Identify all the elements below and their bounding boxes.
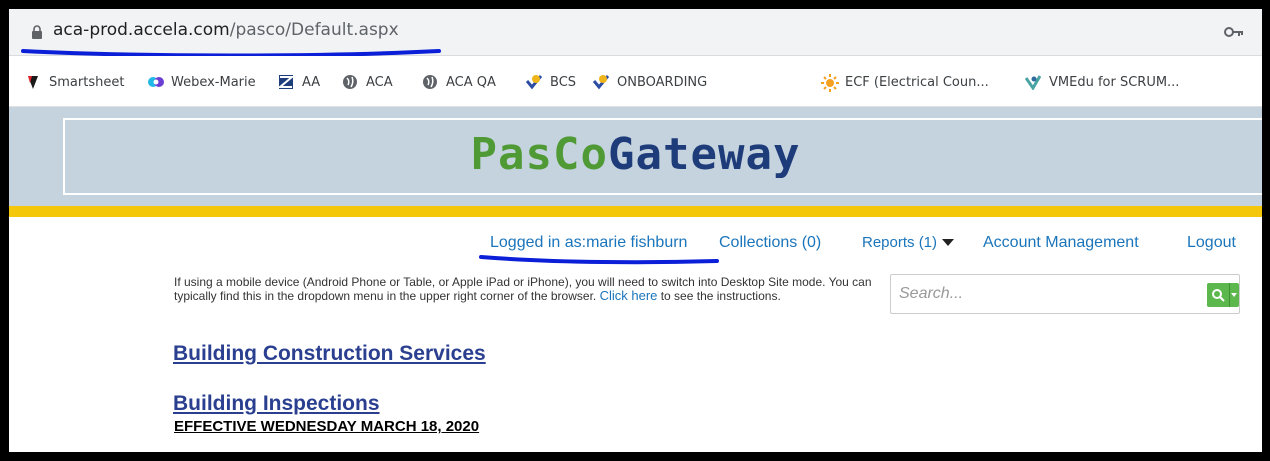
key-icon[interactable] [1224,25,1244,39]
caret-down-icon[interactable] [1231,293,1237,298]
notice-suffix: to see the instructions. [660,289,781,303]
url-text[interactable]: aca-prod.accela.com/pasco/Default.aspx [53,20,399,40]
reports-label: Reports (1) [862,234,938,251]
search-box[interactable]: Search... [890,274,1240,314]
vmedu-icon [1024,74,1042,91]
url-path: /pasco/Default.aspx [229,20,399,40]
bookmark-bcs[interactable]: BCS [525,72,577,92]
lock-icon [32,25,42,39]
bookmark-label: ACA QA [446,74,496,90]
bookmarks-bar: Smartsheet Webex-Marie AA ACA ACA QA BCS… [9,56,1262,107]
bookmark-label: VMEdu for SCRUM... [1049,74,1180,90]
address-bar[interactable]: aca-prod.accela.com/pasco/Default.aspx [9,9,1262,58]
instructions-link[interactable]: Click here [600,288,658,303]
search-input[interactable]: Search... [899,285,963,303]
bookmark-label: Webex-Marie [171,74,256,90]
building-inspections-link[interactable]: Building Inspections [173,392,380,416]
logout-link[interactable]: Logout [1187,234,1236,256]
sun-icon [821,74,839,92]
bookmark-ecf[interactable]: ECF (Electrical Coun... [821,72,989,92]
account-management-link[interactable]: Account Management [983,234,1139,256]
smartsheet-icon [25,74,41,90]
url-domain: aca-prod.accela.com [53,20,230,40]
yellow-divider [9,206,1262,217]
search-button-divider [1229,283,1230,307]
site-banner: PasCoGateway [9,107,1262,206]
annotation-underline [479,255,719,265]
accela-icon [277,74,295,90]
search-icon [1212,289,1225,302]
bookmark-aca-qa[interactable]: ACA QA [422,72,496,92]
logo-part-pasco: PasCo [470,129,608,180]
mobile-notice: If using a mobile device (Android Phone … [174,276,874,303]
bookmark-onboarding[interactable]: ONBOARDING [592,72,708,92]
bookmark-label: ONBOARDING [617,74,708,90]
check-bookmark-icon [592,74,610,90]
building-construction-link[interactable]: Building Construction Services [173,342,486,366]
browser-window: aca-prod.accela.com/pasco/Default.aspx S… [9,9,1262,452]
bookmark-label: BCS [550,74,577,90]
site-logo[interactable]: PasCoGateway [9,129,1262,180]
globe-icon [342,74,358,90]
reports-menu[interactable]: Reports (1) [862,234,955,256]
effective-date-text: EFFECTIVE WEDNESDAY MARCH 18, 2020 [174,418,480,435]
logo-part-gateway: Gateway [608,129,801,180]
bookmark-label: ACA [366,74,393,90]
globe-icon [422,74,438,90]
bookmark-label: ECF (Electrical Coun... [845,74,989,90]
bookmark-vmedu[interactable]: VMEdu for SCRUM... [1024,72,1180,92]
collections-link[interactable]: Collections (0) [719,234,821,256]
bookmark-label: AA [302,74,321,90]
bookmark-aca[interactable]: ACA [342,72,393,92]
bookmark-aa[interactable]: AA [277,72,321,92]
bookmark-smartsheet[interactable]: Smartsheet [25,72,124,92]
check-bookmark-icon [525,74,543,90]
bookmark-webex[interactable]: Webex-Marie [147,72,256,92]
bookmark-label: Smartsheet [49,74,125,90]
caret-down-icon [942,239,955,247]
webex-icon [147,74,164,90]
search-button[interactable] [1207,283,1239,307]
